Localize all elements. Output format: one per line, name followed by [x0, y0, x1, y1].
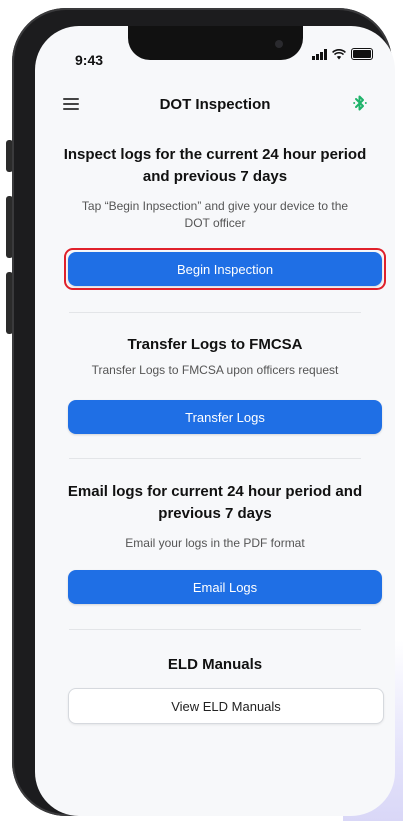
transfer-section: Transfer Logs to FMCSA Transfer Logs to …	[35, 334, 395, 379]
notch	[128, 26, 303, 60]
email-section: Email logs for current 24 hour period an…	[35, 481, 395, 552]
divider	[69, 458, 361, 459]
inspection-section: Inspect logs for the current 24 hour per…	[35, 144, 395, 232]
hamburger-menu-icon[interactable]	[63, 98, 79, 110]
inspection-description: Tap “Begin Inpsection” and give your dev…	[81, 199, 349, 230]
manuals-heading: ELD Manuals	[167, 656, 263, 673]
divider	[69, 312, 361, 313]
signal-icon	[312, 48, 327, 60]
camera	[275, 40, 283, 48]
battery-icon	[351, 48, 373, 60]
transfer-heading: Transfer Logs to FMCSA	[127, 336, 303, 353]
transfer-logs-button[interactable]: Transfer Logs	[68, 400, 382, 434]
divider	[69, 629, 361, 630]
email-logs-button[interactable]: Email Logs	[68, 570, 382, 604]
phone-screen: 9:43 DOT Inspection Inspect logs for the…	[35, 26, 395, 816]
email-description: Email your logs in the PDF format	[125, 536, 305, 550]
view-eld-manuals-button[interactable]: View ELD Manuals	[68, 688, 384, 724]
email-heading: Email logs for current 24 hour period an…	[67, 483, 363, 522]
transfer-description: Transfer Logs to FMCSA upon officers req…	[91, 363, 339, 377]
bluetooth-icon[interactable]	[353, 94, 367, 112]
status-time: 9:43	[75, 52, 104, 68]
highlight-annotation	[64, 248, 386, 290]
manuals-section: ELD Manuals	[35, 654, 395, 676]
wifi-icon	[332, 48, 346, 59]
status-icons	[312, 48, 373, 60]
phone-frame: 9:43 DOT Inspection Inspect logs for the…	[12, 8, 395, 816]
app-header: DOT Inspection	[35, 82, 395, 126]
page-title: DOT Inspection	[159, 95, 271, 113]
inspection-heading: Inspect logs for the current 24 hour per…	[63, 146, 367, 185]
